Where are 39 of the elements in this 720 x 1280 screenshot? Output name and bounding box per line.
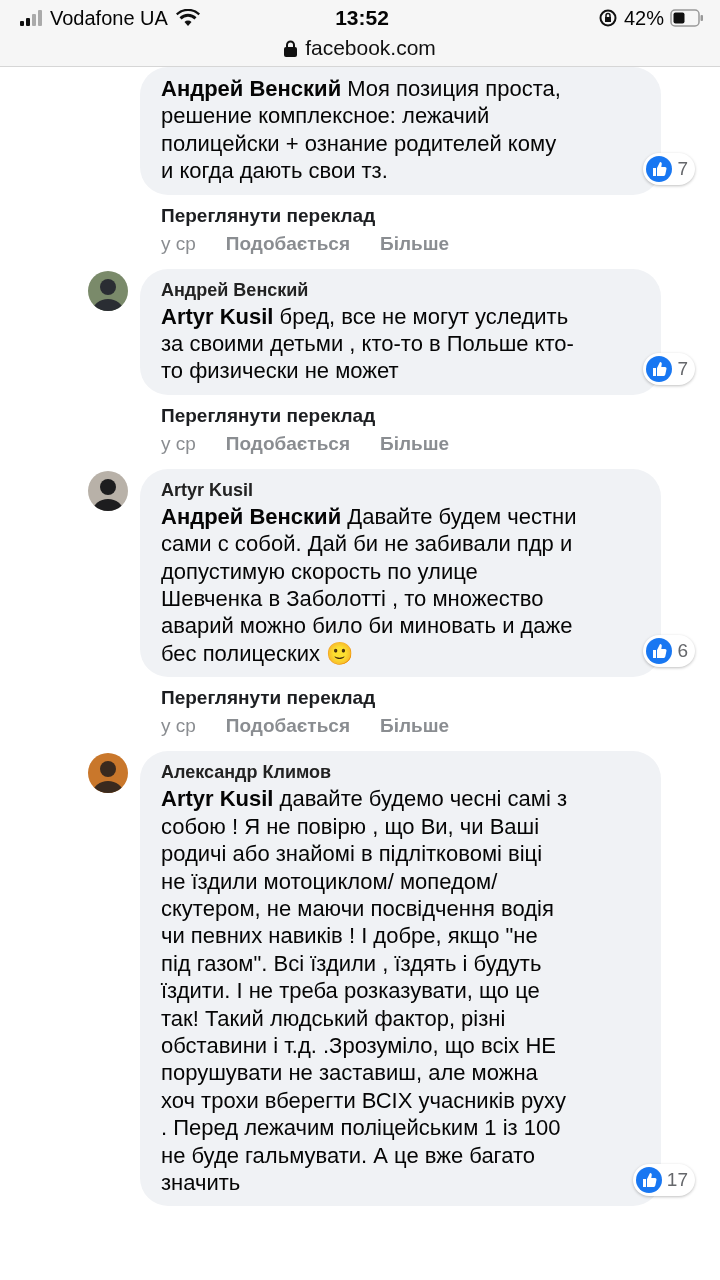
see-translation-link[interactable]: Переглянути переклад	[161, 404, 376, 427]
comment-text: Андрей Венский Моя позиция проста, решение комплексное: лежачий полицейски + ознание родителей кому и когда дають свои тз.	[161, 75, 562, 185]
reaction-count[interactable]: 7	[643, 352, 695, 385]
wifi-icon	[175, 9, 200, 27]
comment-time: у ср	[161, 231, 196, 256]
thumbs-up-icon	[645, 637, 674, 666]
comment-time: у ср	[161, 431, 196, 456]
more-button[interactable]: Більше	[380, 713, 450, 740]
like-button[interactable]: Подобається	[225, 430, 350, 457]
clock-time: 13:52	[335, 6, 389, 30]
like-button[interactable]: Подобається	[225, 230, 350, 257]
reaction-count[interactable]: 7	[643, 152, 695, 185]
comment-text: Artyr Kusil бред, все не могут уследить за своими детьми , кто-то в Польше кто- то физически не может	[161, 302, 575, 385]
avatar[interactable]	[88, 753, 128, 794]
battery-percent: 42%	[623, 6, 664, 30]
author-name[interactable]: Андрей Венский	[161, 276, 641, 303]
lock-icon	[284, 39, 298, 57]
signal-icon	[20, 10, 42, 26]
thumbs-up-icon	[645, 154, 674, 183]
like-button[interactable]: Подобається	[225, 713, 350, 740]
thumbs-up-icon	[634, 1166, 663, 1195]
battery-icon	[670, 9, 704, 27]
carrier-name: Vodafone UA	[50, 6, 168, 30]
avatar[interactable]	[88, 270, 128, 311]
reaction-count[interactable]: 6	[643, 635, 695, 668]
comment-text: Андрей Венский Давайте будем честни сами с собой. Дай би не забивали пдр и допустимую скорость по улице Шевченка в Заболотті , то множество аварий можно било би миновать и даже бес полицеских 🙂	[161, 502, 578, 668]
reaction-count[interactable]: 17	[632, 1164, 695, 1197]
see-translation-link[interactable]: Переглянути переклад	[161, 687, 376, 710]
author-name[interactable]: Александр Климов	[161, 759, 641, 786]
avatar[interactable]	[88, 470, 128, 511]
thumbs-up-icon	[645, 354, 674, 383]
more-button[interactable]: Більше	[380, 430, 450, 457]
comment-time: у ср	[161, 714, 196, 739]
more-button[interactable]: Більше	[380, 230, 450, 257]
comment-text: Artyr Kusil давайте будемо чесні самі з собою ! Я не повірю , що Ви, чи Ваші родичі або знайомі в підлітковомі віці не їздили мотоциклом/ мопедом/ скутером, не маючи посвідчення водія чи певних навиків ! І добре, якщо "не під газом". Всі їздили , їздять і будуть їздити. І не треба розказувати, що це так! Такий людський фактор, різні обставини і т.д. .Зрозуміло, що всіх НЕ порушувати не заставиш, але можна хоч трохи вберегти ВСІХ учасників руху . Перед лежачим поліцейським 1 із 100 не буде гальмувати. А це вже багато значить	[161, 785, 569, 1197]
see-translation-link[interactable]: Переглянути переклад	[161, 204, 376, 227]
rotation-lock-icon	[597, 8, 618, 28]
page-url[interactable]: facebook.com	[305, 36, 436, 60]
author-name[interactable]: Artyr Kusil	[161, 476, 641, 503]
